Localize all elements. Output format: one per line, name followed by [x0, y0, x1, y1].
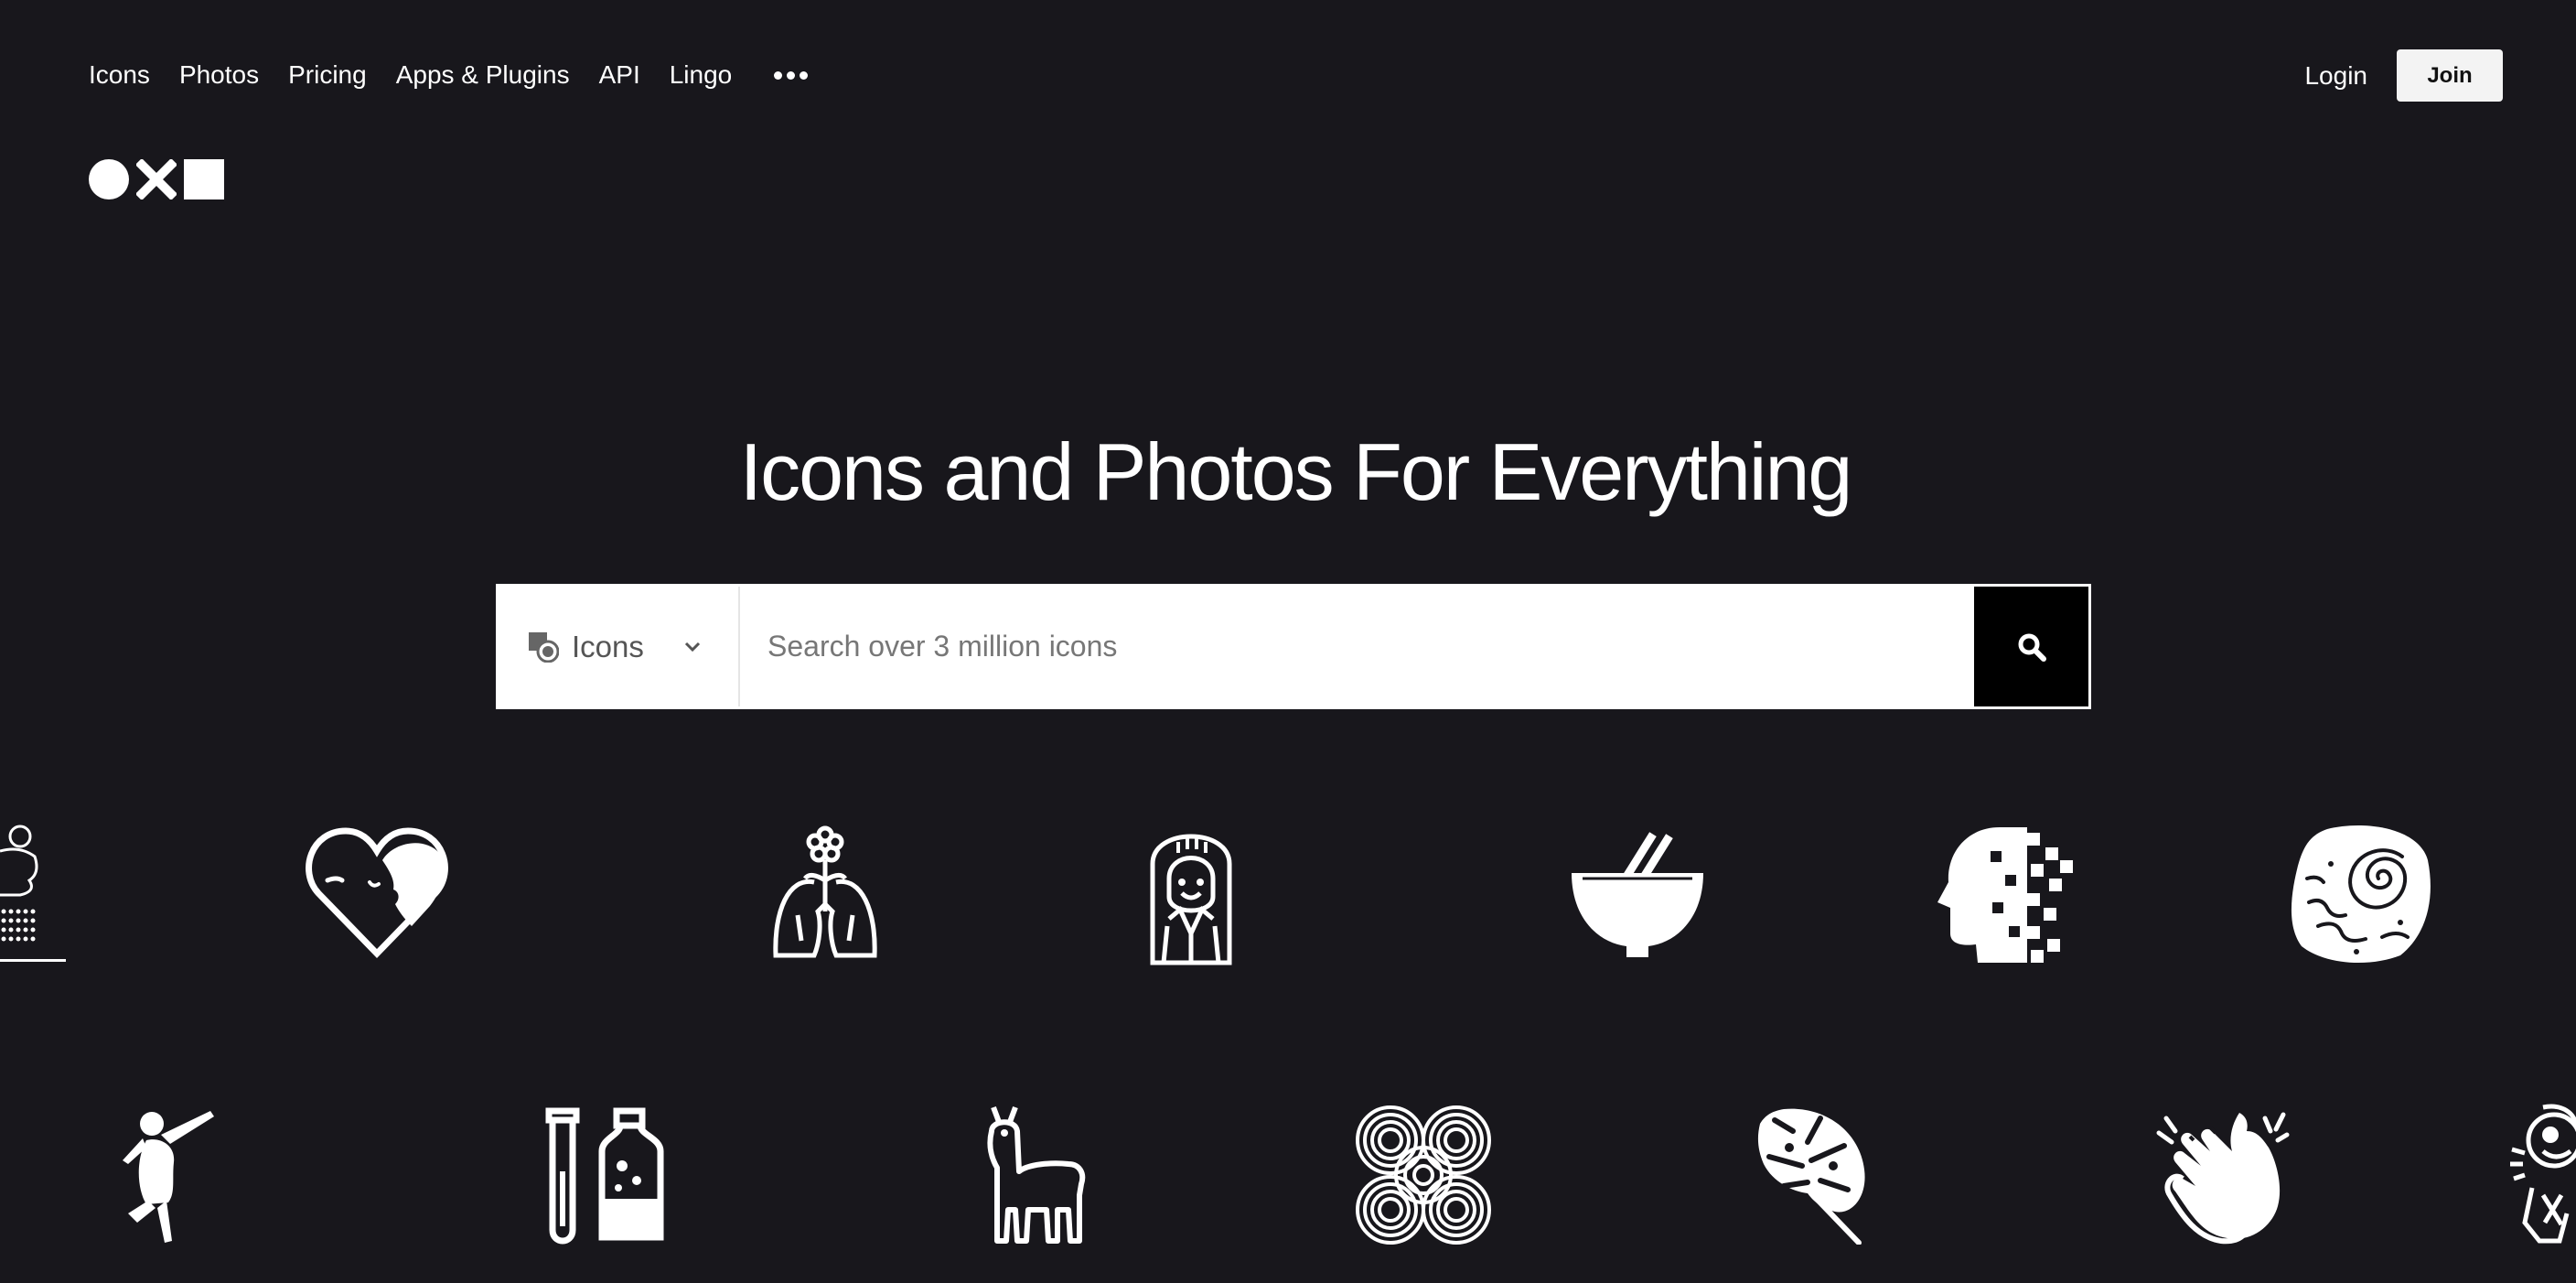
search-bar: Icons: [496, 584, 2091, 709]
pixel-head-icon[interactable]: [1936, 824, 2073, 966]
more-options-icon[interactable]: [774, 70, 809, 80]
dancer-icon[interactable]: [119, 1105, 216, 1245]
logo-square-icon: [184, 159, 224, 199]
icons-type-icon: [529, 631, 559, 663]
search-input[interactable]: [740, 587, 1974, 706]
nav-apps-plugins-link[interactable]: Apps & Plugins: [396, 60, 570, 90]
nav-api-link[interactable]: API: [599, 60, 640, 90]
join-button[interactable]: Join: [2397, 49, 2503, 102]
fossil-stone-icon[interactable]: [2291, 824, 2431, 965]
search-type-label: Icons: [572, 629, 644, 663]
page: Icons Photos Pricing Apps & Plugins API …: [0, 0, 2576, 1283]
spiral-pattern-icon[interactable]: [1354, 1104, 1493, 1246]
llama-icon[interactable]: [984, 1104, 1087, 1246]
search-type-dropdown[interactable]: Icons: [499, 587, 740, 706]
woman-portrait-icon[interactable]: [1143, 824, 1239, 966]
test-tube-bottle-icon[interactable]: [543, 1107, 664, 1246]
nav-photos-link[interactable]: Photos: [179, 60, 259, 90]
monkey-icon[interactable]: [2506, 1104, 2576, 1246]
page-title: Icons and Photos For Everything: [739, 426, 1853, 517]
clapping-hands-icon[interactable]: [2155, 1105, 2292, 1245]
lungs-flower-icon[interactable]: [770, 824, 880, 966]
chevron-down-icon: [684, 642, 700, 652]
nav-lingo-link[interactable]: Lingo: [670, 60, 733, 90]
bowl-chopsticks-icon[interactable]: [1568, 829, 1707, 959]
search-button[interactable]: [1974, 587, 2088, 706]
nav-pricing-link[interactable]: Pricing: [288, 60, 367, 90]
noun-project-logo[interactable]: [89, 159, 224, 199]
logo-circle-icon: [89, 159, 129, 199]
login-link[interactable]: Login: [2304, 61, 2367, 91]
nav-icons-link[interactable]: Icons: [89, 60, 150, 90]
monstera-leaf-icon[interactable]: [1756, 1105, 1872, 1245]
heart-face-icon[interactable]: [306, 824, 448, 961]
main-nav: Icons Photos Pricing Apps & Plugins API …: [89, 57, 809, 93]
logo-x-icon: [136, 159, 177, 199]
meditating-figure-icon[interactable]: [0, 824, 70, 966]
search-icon: [2018, 633, 2046, 662]
account-actions: Login Join: [2304, 49, 2503, 102]
